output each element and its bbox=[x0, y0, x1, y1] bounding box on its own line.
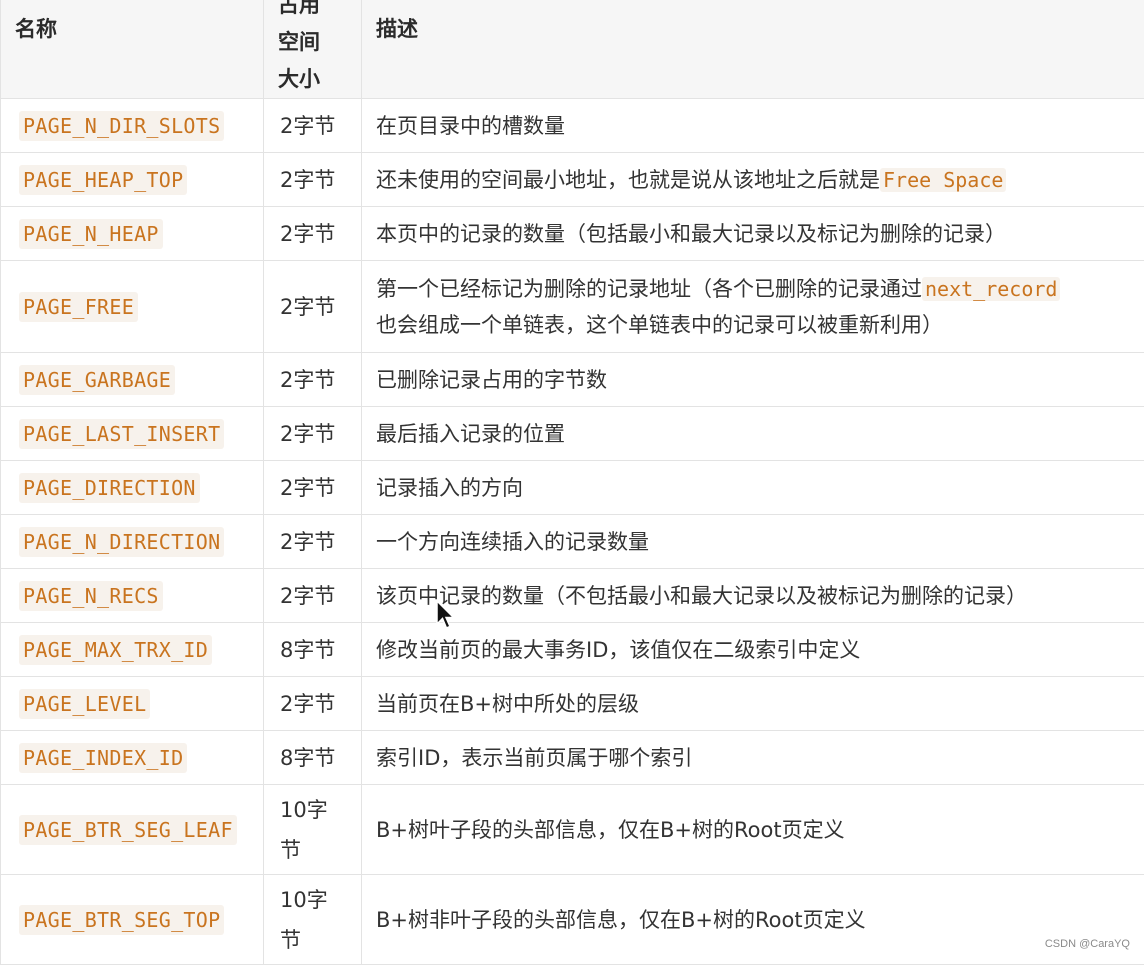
table-row: PAGE_N_RECS 2字节 该页中记录的数量（不包括最小和最大记录以及被标记… bbox=[1, 569, 1144, 623]
inline-code: Free Space bbox=[880, 168, 1006, 192]
table-row: PAGE_MAX_TRX_ID 8字节 修改当前页的最大事务ID，该值仅在二级索… bbox=[1, 623, 1144, 677]
field-name: PAGE_N_DIRECTION bbox=[19, 527, 224, 557]
field-name: PAGE_N_RECS bbox=[19, 581, 163, 611]
table-row: PAGE_INDEX_ID 8字节 索引ID，表示当前页属于哪个索引 bbox=[1, 731, 1144, 785]
cell-name: PAGE_N_RECS bbox=[1, 569, 264, 623]
cell-desc: 一个方向连续插入的记录数量 bbox=[362, 515, 1144, 569]
cell-name: PAGE_N_DIR_SLOTS bbox=[1, 99, 264, 153]
cell-size: 2字节 bbox=[264, 407, 362, 461]
cell-desc: 还未使用的空间最小地址，也就是说从该地址之后就是Free Space bbox=[362, 153, 1144, 207]
cell-size: 2字节 bbox=[264, 99, 362, 153]
cell-size: 2字节 bbox=[264, 569, 362, 623]
cell-desc: 最后插入记录的位置 bbox=[362, 407, 1144, 461]
header-size-line1: 占用 bbox=[278, 0, 347, 24]
table-row: PAGE_BTR_SEG_LEAF 10字节 B+树叶子段的头部信息，仅在B+树… bbox=[1, 785, 1144, 875]
cell-size: 10字节 bbox=[264, 875, 362, 965]
cell-size: 8字节 bbox=[264, 623, 362, 677]
desc-text: 第一个已经标记为删除的记录地址（各个已删除的记录通过 bbox=[376, 277, 922, 301]
field-name: PAGE_HEAP_TOP bbox=[19, 165, 187, 195]
cell-name: PAGE_LEVEL bbox=[1, 677, 264, 731]
cell-desc: 已删除记录占用的字节数 bbox=[362, 353, 1144, 407]
table-row: PAGE_N_DIRECTION 2字节 一个方向连续插入的记录数量 bbox=[1, 515, 1144, 569]
cell-name: PAGE_FREE bbox=[1, 261, 264, 353]
field-name: PAGE_INDEX_ID bbox=[19, 743, 187, 773]
table-row: PAGE_LEVEL 2字节 当前页在B+树中所处的层级 bbox=[1, 677, 1144, 731]
cell-size: 8字节 bbox=[264, 731, 362, 785]
cell-name: PAGE_BTR_SEG_LEAF bbox=[1, 785, 264, 875]
cell-desc: 索引ID，表示当前页属于哪个索引 bbox=[362, 731, 1144, 785]
table-row: PAGE_HEAP_TOP 2字节 还未使用的空间最小地址，也就是说从该地址之后… bbox=[1, 153, 1144, 207]
cell-desc: 记录插入的方向 bbox=[362, 461, 1144, 515]
field-name: PAGE_MAX_TRX_ID bbox=[19, 635, 212, 665]
cell-name: PAGE_INDEX_ID bbox=[1, 731, 264, 785]
size-line1: 10字 bbox=[280, 790, 347, 830]
size-line1: 10字 bbox=[280, 880, 347, 920]
table-header-row: 名称 占用 空间 大小 描述 bbox=[1, 0, 1144, 99]
field-name: PAGE_BTR_SEG_TOP bbox=[19, 905, 224, 935]
cell-size: 10字节 bbox=[264, 785, 362, 875]
table-row: PAGE_GARBAGE 2字节 已删除记录占用的字节数 bbox=[1, 353, 1144, 407]
field-name: PAGE_LEVEL bbox=[19, 689, 150, 719]
table-row: PAGE_BTR_SEG_TOP 10字节 B+树非叶子段的头部信息，仅在B+树… bbox=[1, 875, 1144, 965]
table-row: PAGE_DIRECTION 2字节 记录插入的方向 bbox=[1, 461, 1144, 515]
cell-desc: 当前页在B+树中所处的层级 bbox=[362, 677, 1144, 731]
table-row: PAGE_LAST_INSERT 2字节 最后插入记录的位置 bbox=[1, 407, 1144, 461]
field-name: PAGE_N_DIR_SLOTS bbox=[19, 111, 224, 141]
field-name: PAGE_FREE bbox=[19, 292, 138, 322]
table-row: PAGE_N_DIR_SLOTS 2字节 在页目录中的槽数量 bbox=[1, 99, 1144, 153]
cell-name: PAGE_LAST_INSERT bbox=[1, 407, 264, 461]
header-size: 占用 空间 大小 bbox=[264, 0, 362, 99]
cell-name: PAGE_HEAP_TOP bbox=[1, 153, 264, 207]
cell-size: 2字节 bbox=[264, 207, 362, 261]
cell-name: PAGE_N_DIRECTION bbox=[1, 515, 264, 569]
cell-desc: 修改当前页的最大事务ID，该值仅在二级索引中定义 bbox=[362, 623, 1144, 677]
cell-desc: 本页中的记录的数量（包括最小和最大记录以及标记为删除的记录） bbox=[362, 207, 1144, 261]
size-line2: 节 bbox=[280, 920, 347, 960]
cell-desc: 在页目录中的槽数量 bbox=[362, 99, 1144, 153]
desc-text: 还未使用的空间最小地址，也就是说从该地址之后就是 bbox=[376, 168, 880, 192]
field-name: PAGE_N_HEAP bbox=[19, 219, 163, 249]
cell-size: 2字节 bbox=[264, 515, 362, 569]
field-name: PAGE_GARBAGE bbox=[19, 365, 175, 395]
field-name: PAGE_BTR_SEG_LEAF bbox=[19, 815, 237, 845]
header-size-line3: 大小 bbox=[278, 61, 347, 98]
inline-code: next_record bbox=[922, 277, 1060, 301]
table-row: PAGE_FREE 2字节 第一个已经标记为删除的记录地址（各个已删除的记录通过… bbox=[1, 261, 1144, 353]
size-line2: 节 bbox=[280, 830, 347, 870]
header-size-line2: 空间 bbox=[278, 24, 347, 61]
header-desc: 描述 bbox=[362, 0, 1144, 99]
cell-name: PAGE_BTR_SEG_TOP bbox=[1, 875, 264, 965]
cell-size: 2字节 bbox=[264, 153, 362, 207]
cell-name: PAGE_GARBAGE bbox=[1, 353, 264, 407]
cell-name: PAGE_N_HEAP bbox=[1, 207, 264, 261]
page-header-fields-table: 名称 占用 空间 大小 描述 PAGE_N_DIR_SLOTS 2字节 在页目录… bbox=[0, 0, 1144, 965]
watermark: CSDN @CaraYQ bbox=[1045, 938, 1130, 950]
cell-size: 2字节 bbox=[264, 677, 362, 731]
cell-name: PAGE_MAX_TRX_ID bbox=[1, 623, 264, 677]
field-name: PAGE_DIRECTION bbox=[19, 473, 200, 503]
cell-desc: 第一个已经标记为删除的记录地址（各个已删除的记录通过next_record 也会组… bbox=[362, 261, 1144, 353]
cell-desc: B+树非叶子段的头部信息，仅在B+树的Root页定义 bbox=[362, 875, 1144, 965]
cell-size: 2字节 bbox=[264, 461, 362, 515]
desc-text-continued: 也会组成一个单链表，这个单链表中的记录可以被重新利用） bbox=[376, 313, 943, 337]
table-row: PAGE_N_HEAP 2字节 本页中的记录的数量（包括最小和最大记录以及标记为… bbox=[1, 207, 1144, 261]
cell-desc: 该页中记录的数量（不包括最小和最大记录以及被标记为删除的记录） bbox=[362, 569, 1144, 623]
cell-name: PAGE_DIRECTION bbox=[1, 461, 264, 515]
header-name: 名称 bbox=[1, 0, 264, 99]
cell-size: 2字节 bbox=[264, 261, 362, 353]
cell-size: 2字节 bbox=[264, 353, 362, 407]
field-name: PAGE_LAST_INSERT bbox=[19, 419, 224, 449]
cell-desc: B+树叶子段的头部信息，仅在B+树的Root页定义 bbox=[362, 785, 1144, 875]
